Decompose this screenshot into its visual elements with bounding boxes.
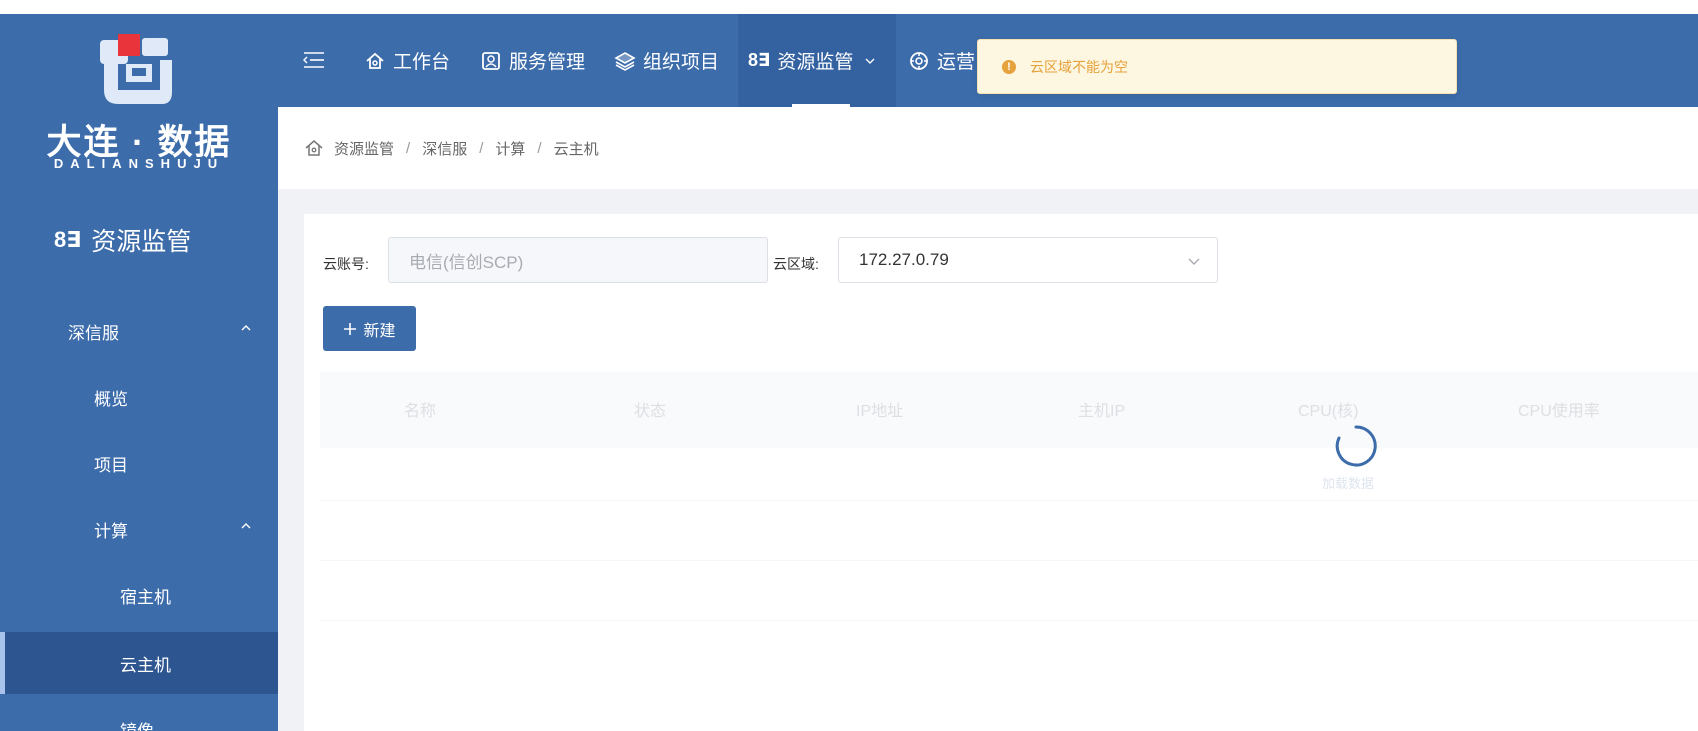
sidebar-item-label: 深信服	[68, 323, 119, 343]
chevron-up-icon	[241, 523, 251, 529]
nav-tab-org-projects[interactable]: 组织项目	[614, 14, 719, 107]
sidebar-item-projects[interactable]: 项目	[0, 432, 278, 494]
home-icon	[366, 52, 384, 69]
nav-tab-label: 资源监管	[777, 52, 854, 73]
new-button-label: 新建	[363, 322, 396, 340]
warning-icon: !	[1002, 59, 1016, 74]
breadcrumb-separator: /	[479, 139, 484, 157]
chevron-down-icon	[1188, 258, 1200, 265]
sidebar-item-label: 概览	[94, 389, 128, 409]
nav-tab-resource-monitoring[interactable]: 8∃ 资源监管	[738, 14, 896, 107]
sidebar-item-label: 计算	[94, 521, 128, 541]
loading-text: 加载数据	[1322, 476, 1375, 491]
sidebar-module-label: 资源监管	[91, 228, 192, 256]
brand-logo[interactable]: 大连 · 数据 DALIANSHUJU	[0, 14, 278, 194]
gear-icon	[910, 51, 928, 70]
id-card-icon	[482, 51, 500, 70]
sidebar-item-label: 镜像	[120, 721, 154, 731]
loading-spinner-icon	[1335, 425, 1377, 467]
cloud-region-select[interactable]: 172.27.0.79	[838, 237, 1218, 283]
column-header-status: 状态	[634, 403, 667, 420]
table-row	[320, 620, 1698, 621]
main-card	[304, 214, 1698, 731]
home-icon[interactable]	[304, 138, 324, 158]
column-header-cpu-cores: CPU(核)	[1298, 403, 1359, 420]
nav-tab-label: 组织项目	[643, 52, 720, 73]
sidebar-item-overview[interactable]: 概览	[0, 366, 278, 428]
nav-tab-label: 运营	[937, 52, 976, 73]
monitor-glyph-icon: 8∃	[748, 50, 771, 70]
breadcrumb-item[interactable]: 资源监管	[334, 138, 394, 159]
table-header	[320, 372, 1698, 448]
sidebar-item-label: 宿主机	[120, 587, 171, 607]
brand-subtitle: DALIANSHUJU	[53, 156, 225, 171]
nav-tab-label: 服务管理	[509, 52, 586, 73]
breadcrumb-item[interactable]: 深信服	[422, 138, 467, 159]
sidebar-item-sangfor[interactable]: 深信服	[0, 300, 278, 362]
nav-tab-service-management[interactable]: 服务管理	[480, 14, 585, 107]
column-header-name: 名称	[404, 403, 437, 420]
table-row	[320, 560, 1698, 561]
cloud-account-placeholder: 电信(信创SCP)	[409, 252, 524, 272]
breadcrumb-separator: /	[537, 139, 542, 157]
column-header-ip: IP地址	[856, 403, 904, 420]
cloud-region-value: 172.27.0.79	[859, 250, 949, 269]
column-header-cpu-usage: CPU使用率	[1518, 403, 1600, 420]
nav-tab-label: 工作台	[393, 52, 451, 73]
table-row	[320, 500, 1698, 501]
toast-message: 云区域不能为空	[1030, 58, 1128, 75]
sidebar: 大连 · 数据 DALIANSHUJU 8∃ 资源监管 深信服 概览 项目 计算…	[0, 14, 278, 731]
new-button[interactable]: 新建	[323, 306, 416, 351]
monitor-glyph-icon: 8∃	[54, 227, 82, 252]
region-label: 云区域:	[773, 256, 819, 272]
cloud-account-input[interactable]: 电信(信创SCP)	[388, 237, 768, 283]
chevron-up-icon	[241, 325, 251, 331]
breadcrumb-item-current: 云主机	[553, 140, 599, 158]
breadcrumb: 资源监管 / 深信服 / 计算 / 云主机	[278, 107, 1698, 189]
sidebar-item-images[interactable]: 镜像	[0, 698, 278, 731]
layers-icon	[614, 51, 636, 71]
sidebar-item-compute[interactable]: 计算	[0, 498, 278, 560]
warning-toast: ! 云区域不能为空	[977, 39, 1457, 94]
chevron-down-icon	[865, 58, 875, 64]
nav-tab-operations[interactable]: 运营	[908, 14, 975, 107]
column-header-host-ip: 主机IP	[1078, 403, 1126, 420]
breadcrumb-item[interactable]: 计算	[495, 138, 525, 159]
breadcrumb-separator: /	[406, 139, 411, 157]
window-top-strip	[0, 0, 1698, 14]
sidebar-module-title: 8∃ 资源监管	[54, 222, 191, 258]
nav-tab-workbench[interactable]: 工作台	[364, 14, 450, 107]
sidebar-item-label: 项目	[94, 455, 128, 475]
menu-collapse-icon[interactable]	[302, 50, 326, 70]
plus-icon	[344, 322, 357, 335]
sidebar-item-label: 云主机	[120, 655, 171, 675]
sidebar-item-hosts[interactable]: 宿主机	[0, 564, 278, 626]
sidebar-item-cloud-hosts[interactable]: 云主机	[0, 632, 278, 694]
account-label: 云账号:	[323, 256, 369, 272]
brand-mark-icon	[100, 34, 172, 104]
